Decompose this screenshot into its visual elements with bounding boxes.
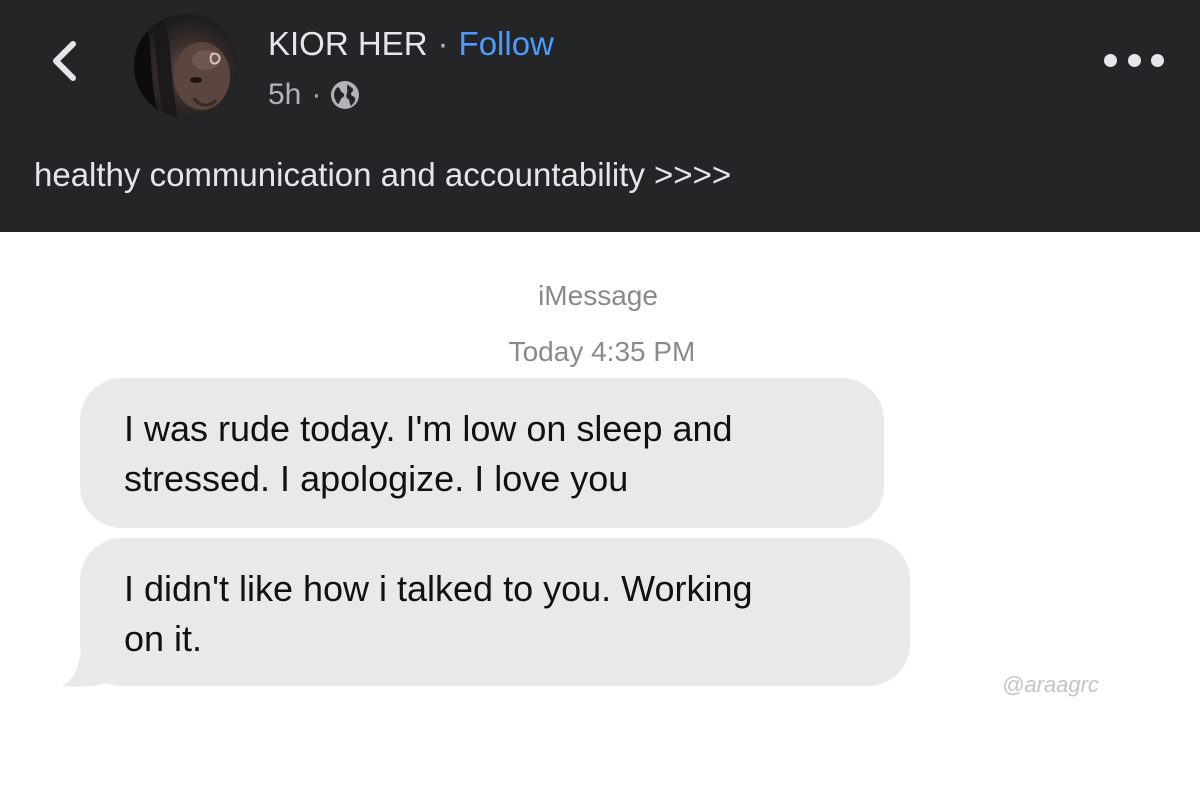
back-button[interactable] [40, 36, 90, 86]
post-meta: 5h · [268, 74, 361, 116]
message-line: I was rude today. I'm low on sleep and [124, 408, 733, 449]
meta-separator-dot: · [311, 78, 322, 111]
post-caption: healthy communication and accountability… [34, 156, 732, 193]
follow-button[interactable]: Follow [459, 25, 554, 63]
service-label: iMessage [0, 280, 1200, 312]
separator-dot: · [437, 25, 449, 62]
message-line: stressed. I apologize. I love you [124, 458, 629, 499]
avatar[interactable] [134, 14, 238, 118]
more-options-button[interactable] [1104, 42, 1164, 78]
message-timestamp-text: Today 4:35 PM [508, 336, 696, 367]
more-dot [1127, 53, 1141, 67]
more-dot [1151, 53, 1164, 67]
globe-icon [329, 79, 361, 111]
post-header: KIOR HER · Follow 5h · healthy communica… [0, 0, 1200, 232]
message-line: on it. [124, 618, 203, 659]
service-label-text: iMessage [538, 280, 658, 311]
chevron-left-icon [53, 41, 76, 81]
message-timestamp: Today 4:35 PM [0, 336, 1200, 368]
watermark: @araagrc [1002, 672, 1099, 697]
post-time[interactable]: 5h [268, 78, 301, 112]
message-bubble: I was rude today. I'm low on sleep and s… [80, 378, 884, 528]
message-line: I didn't like how i talked to you. Worki… [124, 568, 753, 609]
more-dot [1104, 53, 1117, 67]
author-line: KIOR HER · Follow [268, 22, 554, 66]
author-name[interactable]: KIOR HER [268, 25, 428, 63]
message-bubble: I didn't like how i talked to you. Worki… [80, 538, 910, 686]
